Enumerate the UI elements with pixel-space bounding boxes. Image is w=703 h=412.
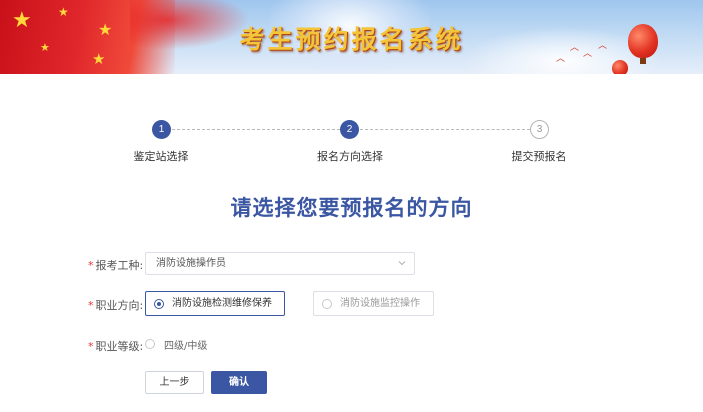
step-1-indicator: 1	[152, 120, 171, 139]
exam-type-value: 消防设施操作员	[156, 258, 226, 269]
confirm-button[interactable]: 确认	[211, 371, 267, 394]
required-mark: *	[88, 299, 94, 312]
step-connector	[172, 129, 340, 130]
direction-option-label: 消防设施监控操作	[340, 298, 420, 309]
direction-option-label: 消防设施检测维修保养	[172, 298, 272, 309]
level-label-text: 职业等级:	[95, 340, 144, 353]
balloon-icon	[612, 60, 628, 74]
header-banner: ★ ★ ★ ★ ★ ︿ ︿ ︿ ︿ 考生预约报名系统	[0, 0, 703, 74]
exam-type-label: * 报考工种:	[88, 257, 143, 273]
step-1-label: 鉴定站选择	[133, 150, 189, 163]
direction-label-text: 职业方向:	[95, 299, 144, 312]
required-mark: *	[88, 259, 94, 272]
step-3-label: 提交预报名	[511, 150, 567, 163]
level-option-label[interactable]: 四级/中级	[164, 337, 207, 352]
step-2-indicator: 2	[340, 120, 359, 139]
exam-type-select[interactable]: 消防设施操作员	[145, 252, 415, 275]
star-icon: ★	[58, 5, 69, 19]
chevron-down-icon	[398, 261, 406, 266]
direction-option-maintenance[interactable]: 消防设施检测维修保养	[145, 291, 285, 316]
exam-type-label-text: 报考工种:	[95, 259, 144, 272]
direction-label: * 职业方向:	[88, 297, 143, 313]
progress-steps: 1 鉴定站选择 2 报名方向选择 3 提交预报名	[0, 118, 703, 168]
bird-icon: ︿	[556, 54, 566, 64]
radio-checked-icon	[154, 299, 164, 309]
banner-title: 考生预约报名系统	[239, 25, 464, 54]
required-mark: *	[88, 340, 94, 353]
radio-unchecked-icon	[322, 299, 332, 309]
step-2-label: 报名方向选择	[317, 150, 383, 163]
step-connector	[360, 129, 530, 130]
level-option-radio[interactable]	[145, 339, 155, 349]
page-heading: 请选择您要预报名的方向	[230, 196, 473, 220]
previous-step-button[interactable]: 上一步	[145, 371, 204, 394]
level-label: * 职业等级:	[88, 338, 143, 354]
step-3-indicator: 3	[530, 120, 549, 139]
direction-option-monitoring[interactable]: 消防设施监控操作	[313, 291, 434, 316]
